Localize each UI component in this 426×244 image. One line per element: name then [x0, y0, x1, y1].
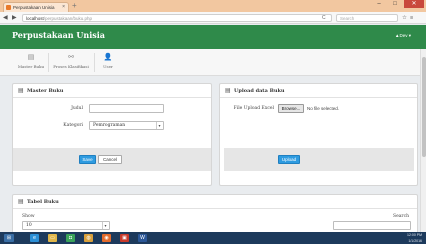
menu-item-label: User — [103, 64, 113, 69]
window-minimize-button[interactable]: – — [372, 0, 386, 8]
user-icon: 👤 — [103, 53, 113, 61]
menu-divider — [94, 53, 95, 72]
kategori-label: Kategori — [63, 123, 83, 128]
judul-label: Judul — [71, 106, 83, 111]
browse-button[interactable]: Browse... — [278, 104, 304, 113]
window-close-button[interactable]: ✕ — [404, 0, 424, 8]
module-menu: ▤ Master Buku ⚯ Proses Klasifikasi 👤 Use… — [0, 49, 426, 76]
page-scrollbar[interactable] — [420, 49, 426, 232]
search-label: Search — [393, 214, 409, 219]
ie-icon[interactable]: e — [30, 234, 39, 242]
book-icon: ▤ — [27, 53, 35, 61]
favicon-icon — [6, 5, 11, 10]
url-host: localhost — [26, 16, 44, 21]
browser-search-input[interactable]: Search — [336, 14, 398, 22]
panel-title: Upload data Buku — [234, 88, 285, 94]
panel-header: ▤ Tabel Buku — [13, 195, 417, 209]
chrome-icon[interactable]: ◍ — [84, 234, 93, 242]
browser-tab[interactable]: Perpustakaan Unisia × — [3, 2, 69, 12]
chevron-down-icon: ▾ — [156, 122, 162, 129]
word-icon[interactable]: W — [138, 234, 147, 242]
bookmark-star-icon[interactable]: ☆ — [402, 12, 407, 24]
app-title: Perpustakaan Unisia — [12, 30, 105, 40]
tab-title: Perpustakaan Unisia — [13, 5, 55, 10]
show-entries-select[interactable]: 10 ▾ — [22, 221, 110, 230]
file-upload-label: File Upload Excel — [233, 106, 274, 111]
menu-item-user[interactable]: 👤 User — [96, 49, 120, 76]
panel-title: Master Buku — [27, 88, 64, 94]
menu-item-proses-klasifikasi[interactable]: ⚯ Proses Klasifikasi — [50, 49, 92, 76]
folder-icon[interactable]: ▭ — [48, 234, 57, 242]
os-taskbar: ⊞ e ▭ ◘ ◍ ◉ ▣ W 12:00 PM 1/1/2016 — [0, 232, 426, 244]
app-header: Perpustakaan Unisia ▲Dev ▾ — [0, 25, 426, 49]
menu-icon[interactable]: ≡ — [410, 12, 413, 24]
kategori-selected-value: Pemrograman — [93, 123, 126, 128]
kategori-select[interactable]: Pemrograman ▾ — [89, 121, 164, 130]
save-button[interactable]: Save — [79, 155, 96, 164]
book-icon: ▤ — [18, 87, 24, 94]
chevron-down-icon: ▾ — [102, 222, 108, 229]
book-icon: ▤ — [225, 87, 231, 94]
panel-footer: Upload — [224, 148, 414, 171]
show-label: Show — [22, 214, 35, 219]
menu-item-label: Proses Klasifikasi — [53, 64, 89, 69]
window-maximize-button[interactable]: □ — [388, 0, 402, 8]
tabel-buku-panel: ▤ Tabel Buku Show 10 ▾ Search — [12, 194, 418, 232]
tab-close-icon[interactable]: × — [62, 3, 65, 12]
no-file-text: No file selected. — [307, 106, 340, 111]
scrollbar-thumb[interactable] — [422, 57, 426, 157]
new-tab-button[interactable]: + — [72, 1, 77, 11]
upload-button[interactable]: Upload — [278, 155, 300, 164]
menu-divider — [48, 53, 49, 72]
upload-panel: ▤ Upload data Buku File Upload Excel Bro… — [219, 83, 418, 186]
address-bar[interactable]: localhost/perpustakaan/buku.php — [22, 14, 332, 22]
app-icon[interactable]: ◘ — [66, 234, 75, 242]
show-entries-value: 10 — [26, 223, 32, 228]
system-tray[interactable]: 12:00 PM 1/1/2016 — [407, 232, 422, 244]
user-menu[interactable]: ▲Dev ▾ — [395, 33, 411, 39]
sitemap-icon: ⚯ — [68, 53, 74, 61]
menu-item-master-buku[interactable]: ▤ Master Buku — [16, 49, 46, 76]
menu-item-label: Master Buku — [17, 64, 45, 69]
panel-title: Tabel Buku — [27, 199, 59, 205]
panel-footer: Save Cancel — [13, 148, 211, 171]
cancel-button[interactable]: Cancel — [98, 155, 122, 164]
firefox-icon[interactable]: ◉ — [102, 234, 111, 242]
panel-header: ▤ Upload data Buku — [220, 84, 417, 98]
windows-start-icon[interactable]: ⊞ — [4, 234, 14, 242]
reload-icon[interactable]: C — [322, 14, 326, 22]
back-icon[interactable]: ◀ — [3, 12, 8, 24]
table-search-input[interactable] — [333, 221, 411, 230]
url-path: /perpustakaan/buku.php — [43, 16, 93, 21]
book-icon: ▤ — [18, 198, 24, 205]
panel-header: ▤ Master Buku — [13, 84, 211, 98]
master-buku-panel: ▤ Master Buku Judul Kategori Pemrograman… — [12, 83, 212, 186]
app2-icon[interactable]: ▣ — [120, 234, 129, 242]
browser-tab-bar: Perpustakaan Unisia × + – □ ✕ — [0, 0, 426, 12]
browser-nav-bar: ◀ ▶ localhost/perpustakaan/buku.php C Se… — [0, 12, 426, 24]
judul-input[interactable] — [89, 104, 164, 113]
forward-icon[interactable]: ▶ — [12, 12, 17, 24]
clock-date: 1/1/2016 — [408, 239, 422, 243]
